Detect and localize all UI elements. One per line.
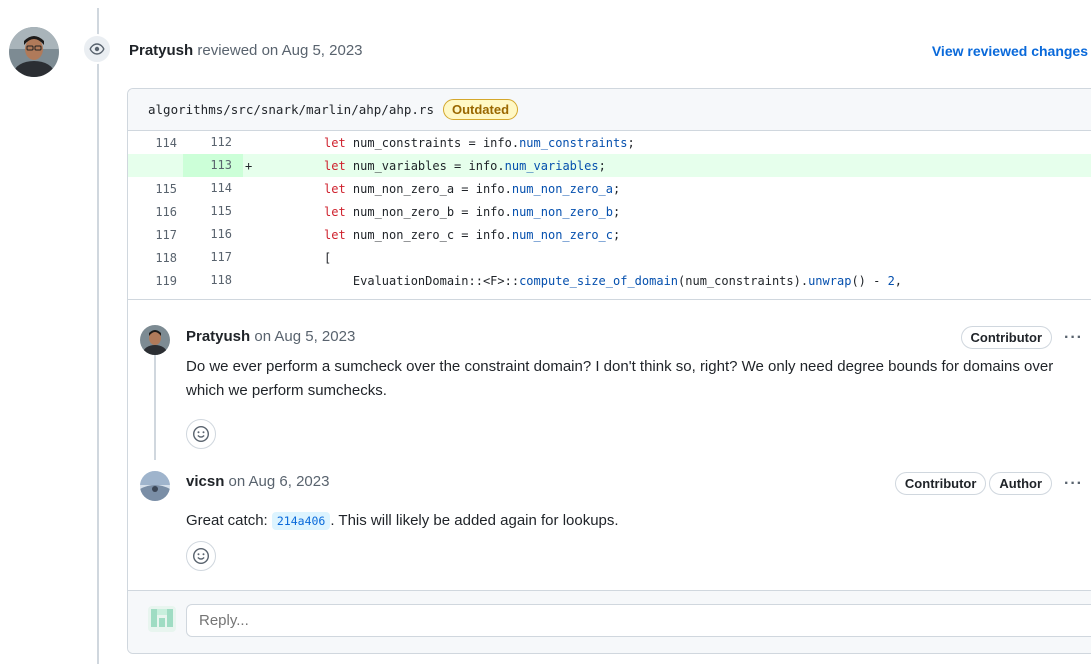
diff-row: 114 112 let num_constraints = info.num_c… <box>128 131 1091 154</box>
avatar-photo-icon <box>9 27 59 77</box>
code-line: let num_constraints = info.num_constrain… <box>324 135 635 150</box>
avatar-photo-icon <box>140 325 170 355</box>
diff-row: 118 117 [ <box>128 246 1091 269</box>
old-line-number[interactable]: 118 <box>128 251 183 265</box>
comment-author-avatar[interactable] <box>140 471 170 501</box>
eye-icon <box>89 43 105 55</box>
diff-row: 117 116 let num_non_zero_c = info.num_no… <box>128 223 1091 246</box>
comment-author-avatar[interactable] <box>140 325 170 355</box>
review-action: reviewed on Aug 5, 2023 <box>197 42 363 59</box>
new-line-number[interactable]: 112 <box>183 131 243 154</box>
identicon-icon <box>148 606 176 632</box>
old-line-number[interactable]: 114 <box>128 136 183 150</box>
reviewer-avatar[interactable] <box>9 27 59 77</box>
old-line-number[interactable]: 119 <box>128 274 183 288</box>
contributor-badge: Contributor <box>894 472 987 495</box>
new-line-number[interactable]: 115 <box>183 200 243 223</box>
comment-options-button[interactable]: ··· <box>1064 329 1083 347</box>
comment-author[interactable]: vicsn <box>186 473 224 490</box>
view-reviewed-changes-link[interactable]: View reviewed changes <box>932 43 1088 59</box>
reply-input[interactable] <box>186 604 1091 637</box>
diff-row-added: 113 + let num_variables = info.num_varia… <box>128 154 1091 177</box>
review-header: Pratyush reviewed on Aug 5, 2023 <box>129 42 363 59</box>
old-line-number[interactable]: 117 <box>128 228 183 242</box>
code-line: let num_variables = info.num_variables; <box>324 158 606 173</box>
code-line: let num_non_zero_c = info.num_non_zero_c… <box>324 227 621 242</box>
current-user-avatar <box>146 604 178 634</box>
code-line: EvaluationDomain::<F>::compute_size_of_d… <box>324 273 903 288</box>
contributor-badge: Contributor <box>960 326 1053 349</box>
new-line-number[interactable]: 116 <box>183 223 243 246</box>
comment-badges: Contributor Author ··· <box>892 472 1083 495</box>
diff-row: 115 114 let num_non_zero_a = info.num_no… <box>128 177 1091 200</box>
reply-area <box>128 590 1091 653</box>
new-line-number[interactable]: 117 <box>183 246 243 269</box>
review-eye-badge <box>82 34 112 64</box>
smiley-icon <box>192 425 210 443</box>
avatar-photo-icon <box>140 471 170 501</box>
add-reaction-button[interactable] <box>186 419 216 449</box>
comment-body: Great catch: 214a406. This will likely b… <box>186 512 619 530</box>
comment-body: Do we ever perform a sumcheck over the c… <box>186 358 1054 399</box>
review-thread: algorithms/src/snark/marlin/ahp/ahp.rs O… <box>127 88 1091 654</box>
review-author[interactable]: Pratyush <box>129 42 193 59</box>
comment-date[interactable]: on Aug 5, 2023 <box>254 328 355 345</box>
new-line-number[interactable]: 114 <box>183 177 243 200</box>
comment-header: vicsn on Aug 6, 2023 <box>186 473 329 490</box>
code-line: [ <box>324 250 332 265</box>
smiley-icon <box>192 547 210 565</box>
comment-header: Pratyush on Aug 5, 2023 <box>186 328 355 345</box>
author-badge: Author <box>989 472 1053 495</box>
new-line-number[interactable]: 113 <box>183 154 243 177</box>
diff-marker: + <box>245 158 253 173</box>
comment-list: Pratyush on Aug 5, 2023 Contributor ··· … <box>128 299 1091 589</box>
new-line-number[interactable]: 118 <box>183 269 243 292</box>
timeline-line <box>97 8 99 664</box>
add-reaction-button[interactable] <box>186 541 216 571</box>
old-line-number[interactable]: 116 <box>128 205 183 219</box>
comment-author[interactable]: Pratyush <box>186 328 250 345</box>
file-path[interactable]: algorithms/src/snark/marlin/ahp/ahp.rs <box>148 102 434 117</box>
code-line: let num_non_zero_b = info.num_non_zero_b… <box>324 204 621 219</box>
code-line: let num_non_zero_a = info.num_non_zero_a… <box>324 181 621 196</box>
outdated-badge: Outdated <box>442 99 519 120</box>
diff-row: 119 118 EvaluationDomain::<F>::compute_s… <box>128 269 1091 292</box>
diff-table: 114 112 let num_constraints = info.num_c… <box>128 131 1091 292</box>
diff-row: 116 115 let num_non_zero_b = info.num_no… <box>128 200 1091 223</box>
commit-sha-link[interactable]: 214a406 <box>271 512 331 530</box>
comment-badges: Contributor ··· <box>958 326 1083 349</box>
comment-date[interactable]: on Aug 6, 2023 <box>229 473 330 490</box>
file-header: algorithms/src/snark/marlin/ahp/ahp.rs O… <box>128 89 1091 131</box>
comment-options-button[interactable]: ··· <box>1064 475 1083 493</box>
old-line-number[interactable]: 115 <box>128 182 183 196</box>
